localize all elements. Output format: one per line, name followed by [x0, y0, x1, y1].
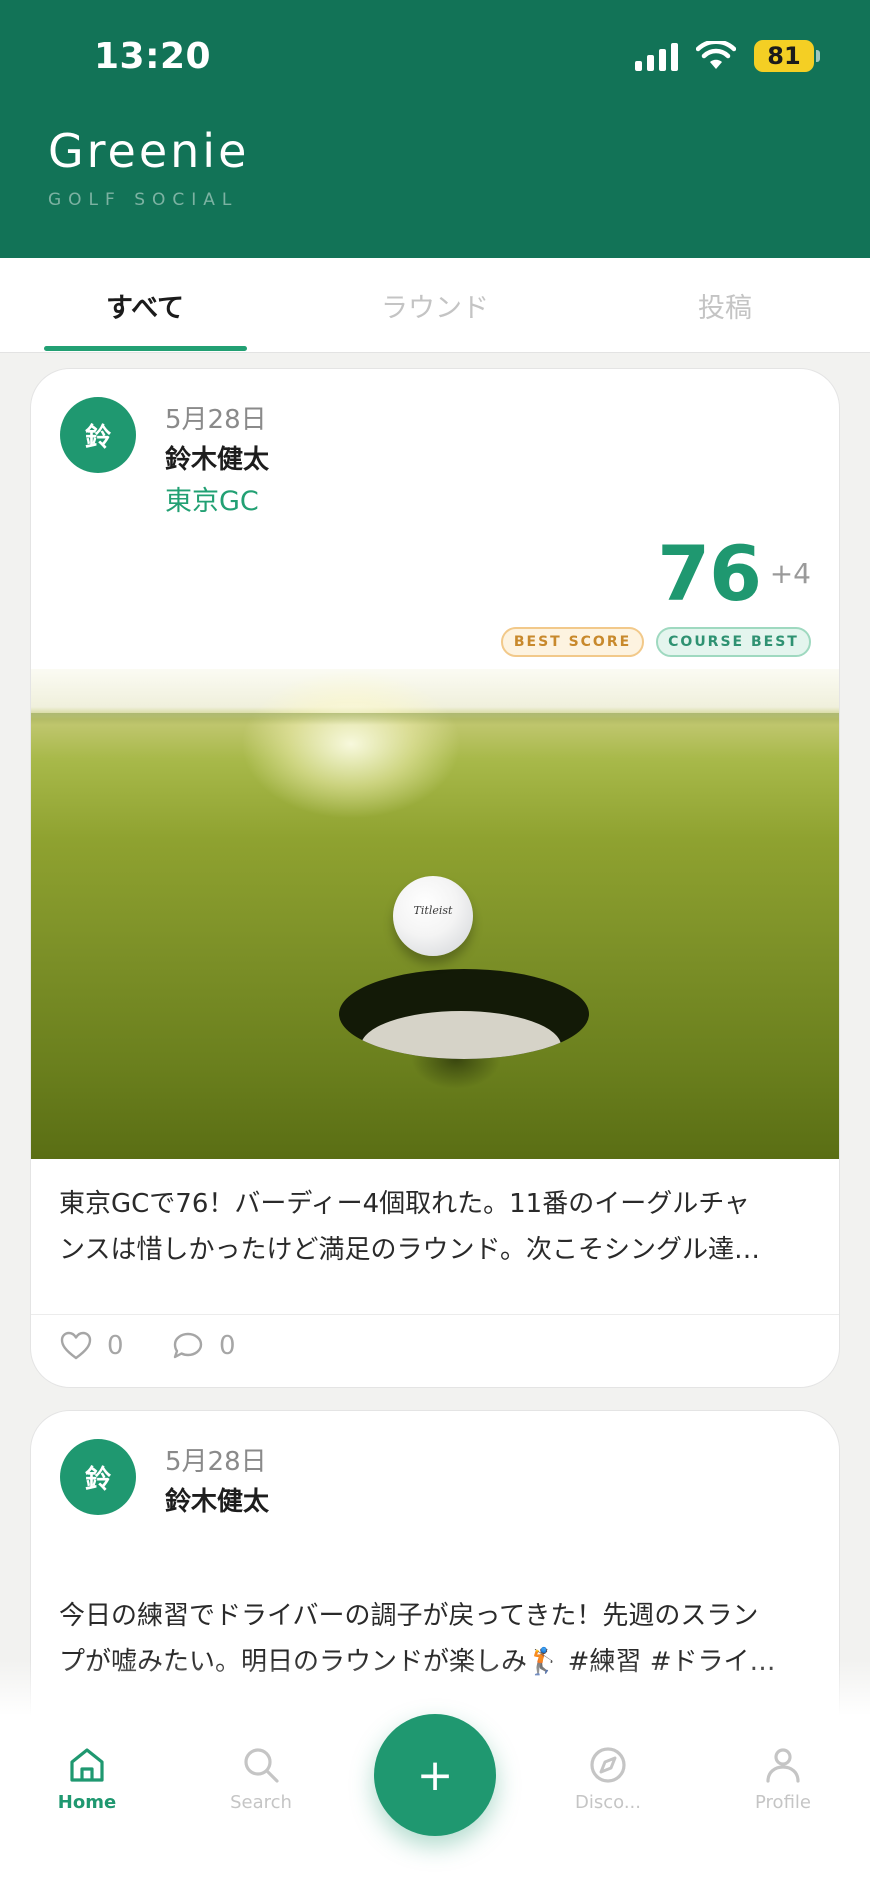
status-icons: 81	[635, 40, 820, 72]
status-time: 13:20	[94, 36, 212, 77]
photo-sunlight	[241, 669, 461, 819]
like-count: 0	[107, 1331, 124, 1361]
avatar[interactable]: 鈴	[60, 1439, 136, 1515]
app-title: Greenie	[48, 124, 250, 178]
like-button[interactable]: 0	[59, 1329, 124, 1363]
avatar[interactable]: 鈴	[60, 397, 136, 473]
photo-golf-ball: Titleist	[393, 876, 473, 956]
battery-icon: 81	[754, 40, 820, 72]
post-author[interactable]: 鈴木健太	[165, 439, 269, 476]
bottom-fade	[0, 1660, 870, 1716]
profile-icon	[766, 1748, 800, 1783]
nav-discover-label: Disco...	[575, 1792, 641, 1813]
photo-golf-hole	[339, 969, 589, 1059]
nav-home-label: Home	[57, 1792, 117, 1813]
feed-tabs: すべて ラウンド 投稿	[0, 258, 870, 353]
post-text-line: 今日の練習でドライバーの調子が戻ってきた！先週のスラン	[59, 1601, 759, 1631]
nav-search[interactable]: Search	[196, 1744, 326, 1813]
photo-horizon	[31, 713, 839, 725]
post-date: 5月28日	[165, 1447, 267, 1477]
nav-home[interactable]: Home	[22, 1744, 152, 1813]
compass-icon	[590, 1747, 626, 1783]
search-icon	[244, 1748, 279, 1783]
app-header: 13:20 81 Greenie GOLF SOCIAL	[0, 0, 870, 258]
post-date: 5月28日	[165, 405, 267, 435]
feed-card-round[interactable]: 鈴 5月28日 鈴木健太 東京GC 76 +4 BEST SCORE COURS…	[30, 368, 840, 1388]
post-text-line: 東京GCで76！バーディー4個取れた。11番のイーグルチャ	[59, 1189, 750, 1219]
course-best-badge: COURSE BEST	[656, 627, 811, 657]
home-icon	[70, 1748, 104, 1782]
best-score-badge: BEST SCORE	[501, 627, 644, 657]
card-divider	[31, 1314, 839, 1315]
comment-count: 0	[219, 1331, 236, 1361]
comment-button[interactable]: 0	[171, 1329, 236, 1363]
tab-all[interactable]: すべて	[0, 258, 290, 353]
photo-hole-cup	[361, 1011, 561, 1059]
post-text-line: ンスは惜しかったけど満足のラウンド。次こそシングル達…	[59, 1235, 760, 1265]
post-photo[interactable]: Titleist	[31, 669, 839, 1159]
tab-active-indicator	[44, 346, 247, 351]
nav-discover[interactable]: Disco...	[543, 1744, 673, 1813]
create-post-button[interactable]: +	[374, 1714, 496, 1836]
post-author[interactable]: 鈴木健太	[165, 1481, 269, 1518]
comment-icon	[173, 1332, 203, 1359]
app-subtitle: GOLF SOCIAL	[48, 190, 239, 210]
wifi-icon	[696, 41, 736, 69]
tab-rounds[interactable]: ラウンド	[290, 258, 580, 353]
nav-profile-label: Profile	[755, 1792, 811, 1813]
photo-ball-logo: Titleist	[413, 904, 453, 917]
post-text[interactable]: 東京GCで76！バーディー4個取れた。11番のイーグルチャ ンスは惜しかったけど…	[59, 1181, 819, 1273]
post-course-link[interactable]: 東京GC	[165, 479, 259, 518]
round-score: 76	[657, 529, 762, 618]
nav-profile[interactable]: Profile	[718, 1744, 848, 1813]
round-score-over-par: +4	[769, 557, 811, 590]
signal-icon	[635, 41, 678, 71]
tab-posts[interactable]: 投稿	[580, 258, 870, 353]
nav-search-label: Search	[230, 1792, 292, 1813]
heart-icon	[60, 1331, 92, 1360]
